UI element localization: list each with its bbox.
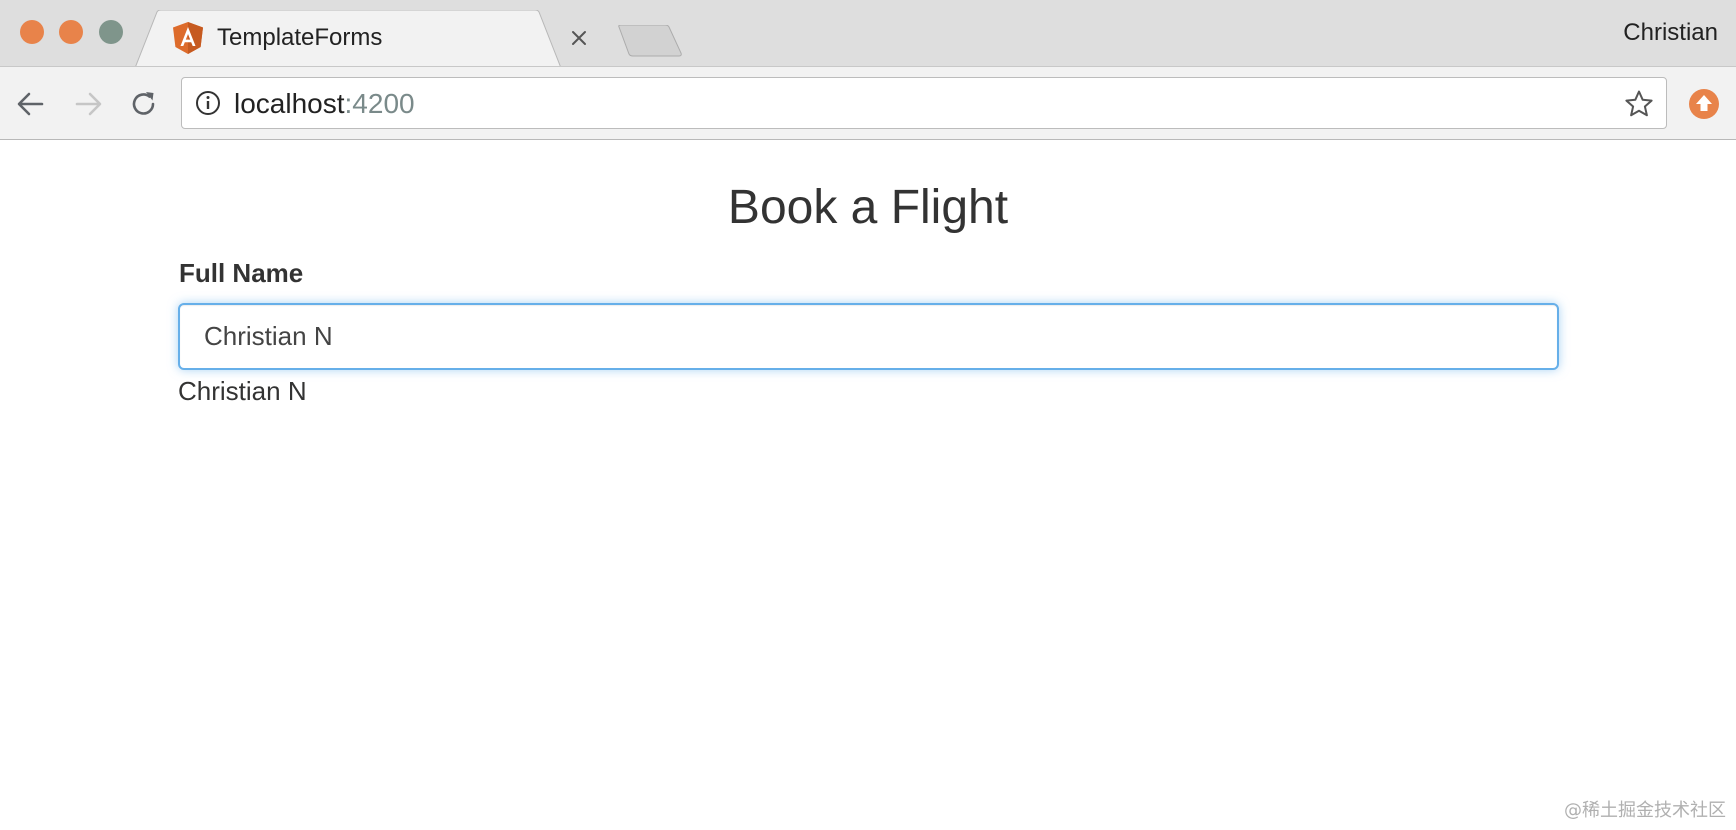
star-icon[interactable] bbox=[1624, 89, 1654, 119]
tab-templateforms[interactable]: TemplateForms bbox=[135, 10, 615, 68]
browser-window: TemplateForms Christian localhost:4200 B… bbox=[0, 0, 1736, 830]
tab-strip: TemplateForms Christian bbox=[0, 0, 1736, 68]
extension-upload-icon[interactable] bbox=[1688, 88, 1720, 120]
address-bar[interactable]: localhost:4200 bbox=[181, 77, 1667, 129]
info-icon[interactable] bbox=[195, 90, 221, 116]
url-port: :4200 bbox=[344, 88, 415, 119]
new-tab-button[interactable] bbox=[617, 25, 685, 57]
profile-name[interactable]: Christian bbox=[1623, 19, 1718, 47]
url-text[interactable]: localhost:4200 bbox=[234, 88, 415, 120]
forward-arrow-icon[interactable] bbox=[72, 88, 104, 120]
page-title: Book a Flight bbox=[727, 181, 1009, 234]
window-close-button[interactable] bbox=[20, 20, 44, 44]
reload-icon[interactable] bbox=[128, 88, 160, 120]
url-host: localhost bbox=[234, 88, 345, 119]
full-name-echo: Christian N bbox=[178, 376, 307, 406]
back-arrow-icon[interactable] bbox=[15, 88, 47, 120]
angular-icon bbox=[173, 22, 203, 54]
window-minimize-button[interactable] bbox=[59, 20, 83, 44]
window-maximize-button[interactable] bbox=[99, 20, 123, 44]
full-name-label: Full Name bbox=[179, 258, 304, 288]
watermark: @稀土掘金技术社区 bbox=[1564, 800, 1726, 821]
browser-toolbar: localhost:4200 bbox=[0, 66, 1736, 140]
tab-title: TemplateForms bbox=[217, 24, 383, 51]
tab-close-icon[interactable] bbox=[568, 27, 590, 49]
full-name-input[interactable] bbox=[178, 303, 1559, 370]
